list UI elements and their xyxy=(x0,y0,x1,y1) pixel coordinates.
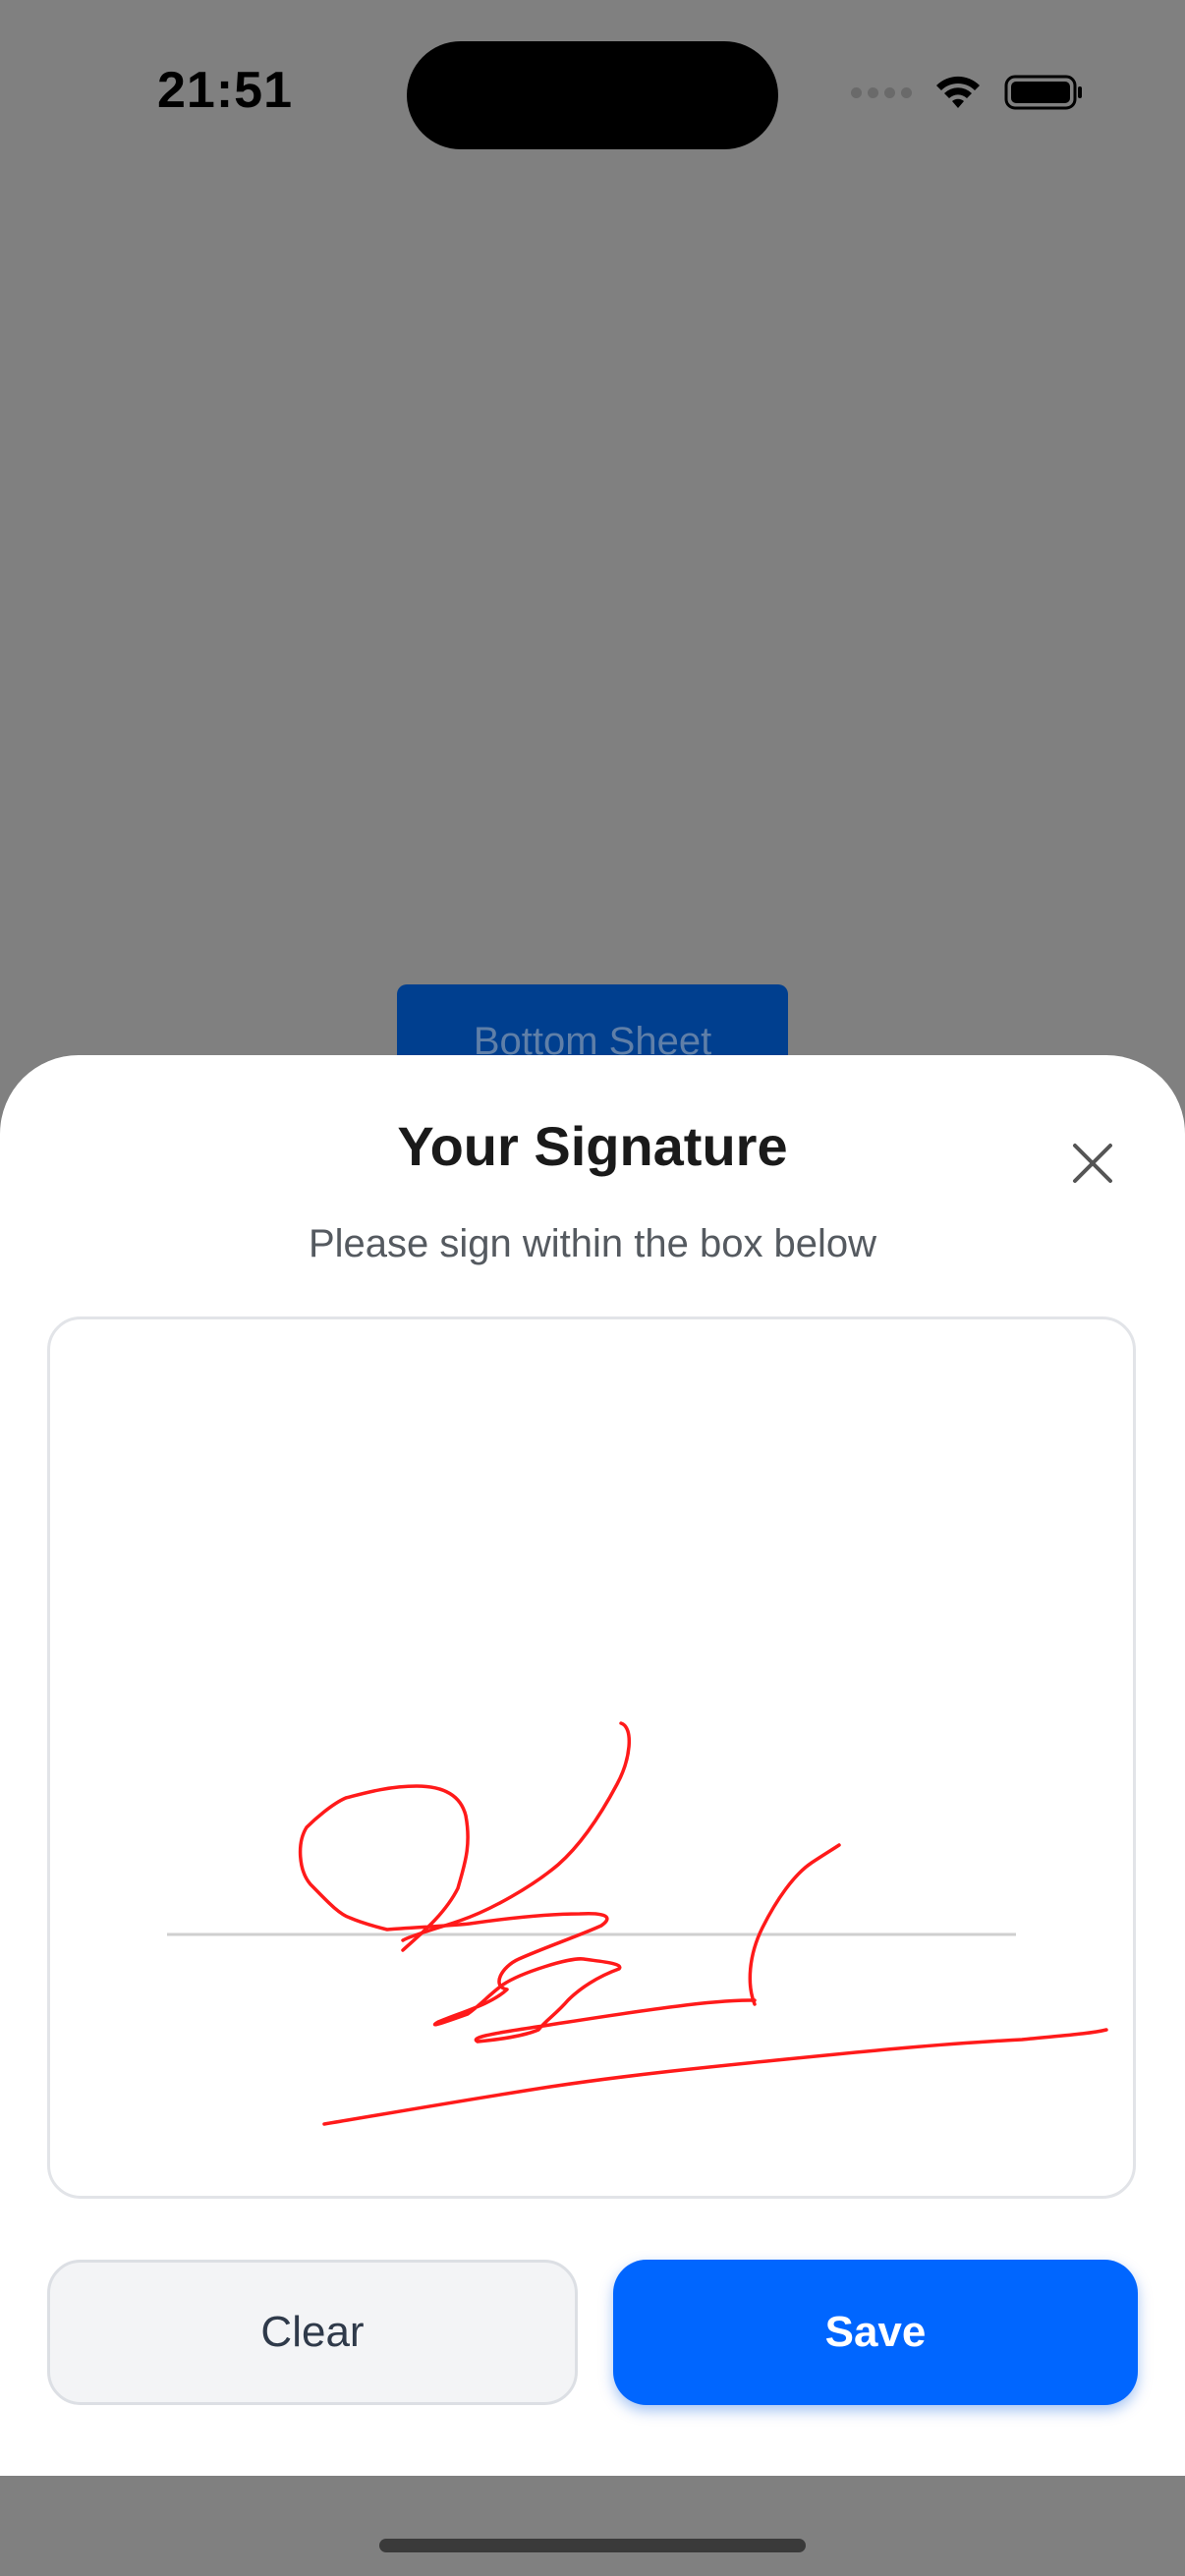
clear-button[interactable]: Clear xyxy=(47,2260,578,2405)
sheet-subtitle: Please sign within the box below xyxy=(308,1222,877,1265)
status-icons xyxy=(851,73,1083,112)
wifi-icon xyxy=(936,76,980,108)
sheet-title: Your Signature xyxy=(397,1115,788,1177)
home-indicator[interactable] xyxy=(379,2539,806,2552)
close-button[interactable] xyxy=(1069,1140,1116,1187)
signature-pad[interactable] xyxy=(47,1316,1136,2199)
battery-icon xyxy=(1004,75,1082,110)
save-button[interactable]: Save xyxy=(613,2260,1138,2405)
close-icon xyxy=(1073,1144,1112,1183)
dynamic-island xyxy=(407,41,778,149)
status-time: 21:51 xyxy=(157,62,293,119)
signal-icon xyxy=(851,86,912,98)
